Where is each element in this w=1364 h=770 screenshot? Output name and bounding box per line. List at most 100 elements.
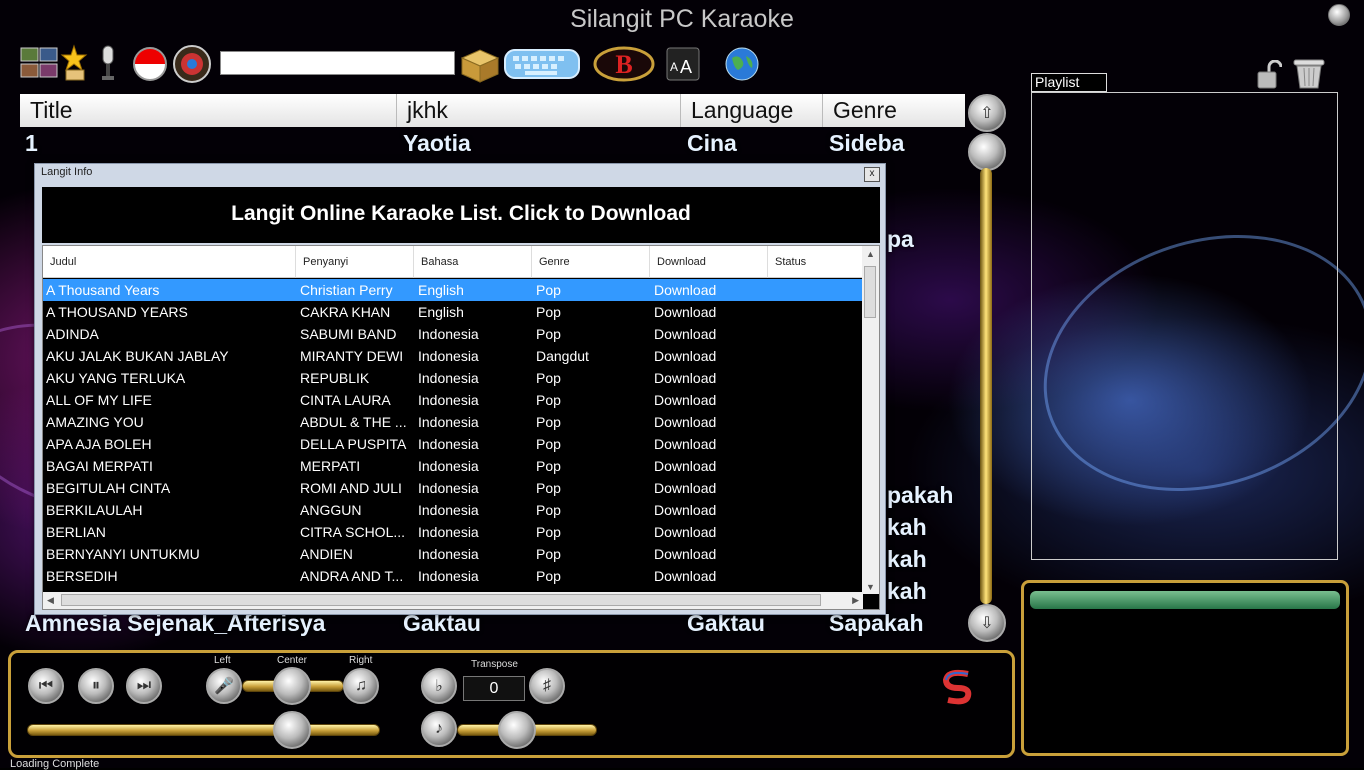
- song-language: Cina: [687, 130, 737, 156]
- cell-judul: AKU JALAK BUKAN JABLAY: [46, 348, 229, 364]
- grid-column-status[interactable]: Status: [768, 246, 863, 278]
- prev-icon[interactable]: ⏮: [28, 668, 64, 704]
- font-size-icon[interactable]: AA: [666, 47, 700, 81]
- cell-bahasa: Indonesia: [418, 524, 479, 540]
- download-link[interactable]: Download: [654, 546, 764, 562]
- trash-icon[interactable]: [1292, 58, 1326, 90]
- grid-row[interactable]: BERLIAN CITRA SCHOL... Indonesia Pop Downloa…: [43, 521, 863, 543]
- cell-penyanyi: ANGGUN: [300, 502, 362, 518]
- grid-header: Judul Penyanyi Bahasa Genre Download Sta…: [43, 246, 863, 278]
- column-artist[interactable]: jkhk: [397, 94, 681, 127]
- scroll-right-arrow-icon[interactable]: ▶: [852, 595, 859, 606]
- download-link[interactable]: Download: [654, 524, 764, 540]
- column-language[interactable]: Language: [681, 94, 823, 127]
- playlist-panel[interactable]: [1031, 92, 1338, 560]
- karaoke-logo-icon[interactable]: [172, 44, 212, 84]
- seek-knob[interactable]: [273, 711, 311, 749]
- cell-judul: A THOUSAND YEARS: [46, 304, 188, 320]
- song-list-scrollbar[interactable]: [980, 168, 992, 604]
- right-voice-icon[interactable]: ♫: [343, 668, 379, 704]
- grid-row[interactable]: AKU YANG TERLUKA REPUBLIK Indonesia Pop Down…: [43, 367, 863, 389]
- scroll-up-arrow-icon[interactable]: ▲: [866, 249, 875, 259]
- grid-row[interactable]: BERSEDIH ANDRA AND T... Indonesia Pop Downlo…: [43, 565, 863, 587]
- cell-bahasa: Indonesia: [418, 458, 479, 474]
- dialog-banner: Langit Online Karaoke List. Click to Dow…: [42, 187, 880, 243]
- cell-bahasa: Indonesia: [418, 502, 479, 518]
- playlist-tab[interactable]: Playlist: [1031, 73, 1107, 92]
- grid-row[interactable]: A THOUSAND YEARS CAKRA KHAN English Pop Down…: [43, 301, 863, 323]
- search-input[interactable]: [220, 51, 455, 75]
- download-link[interactable]: Download: [654, 414, 764, 430]
- grid-column-download[interactable]: Download: [650, 246, 768, 278]
- grid-row[interactable]: BERNYANYI UNTUKMU ANDIEN Indonesia Pop Downl…: [43, 543, 863, 565]
- online-song-grid[interactable]: Judul Penyanyi Bahasa Genre Download Sta…: [42, 245, 880, 610]
- cell-bahasa: English: [418, 282, 464, 298]
- volume-icon[interactable]: ♪: [421, 711, 457, 747]
- next-icon[interactable]: ⏭: [126, 668, 162, 704]
- video-mode-icon[interactable]: [20, 46, 58, 80]
- pause-icon[interactable]: ⏸: [78, 668, 114, 704]
- microphone-icon[interactable]: [96, 44, 120, 82]
- grid-row[interactable]: AKU JALAK BUKAN JABLAY MIRANTY DEWI Indone…: [43, 345, 863, 367]
- sharp-icon[interactable]: ♯: [529, 668, 565, 704]
- download-link[interactable]: Download: [654, 502, 764, 518]
- download-link[interactable]: Download: [654, 282, 764, 298]
- keyboard-icon[interactable]: [503, 46, 581, 82]
- favorite-icon[interactable]: [60, 44, 88, 82]
- cell-bahasa: Indonesia: [418, 392, 479, 408]
- grid-column-judul[interactable]: Judul: [43, 246, 296, 278]
- indonesia-flag-icon[interactable]: [132, 46, 168, 82]
- grid-vertical-scrollbar[interactable]: ▲ ▼: [862, 246, 879, 594]
- cell-penyanyi: ANDRA AND T...: [300, 568, 404, 584]
- grid-column-penyanyi[interactable]: Penyanyi: [296, 246, 414, 278]
- grid-horizontal-thumb[interactable]: [61, 594, 821, 606]
- s-logo-icon[interactable]: [938, 668, 978, 706]
- cell-penyanyi: ANDIEN: [300, 546, 353, 562]
- scroll-thumb[interactable]: [968, 133, 1006, 171]
- scroll-down-icon[interactable]: ⇩: [968, 604, 1006, 642]
- grid-column-bahasa[interactable]: Bahasa: [414, 246, 532, 278]
- flat-icon[interactable]: ♭: [421, 668, 457, 704]
- scroll-down-arrow-icon[interactable]: ▼: [866, 582, 875, 592]
- song-list-header: Title jkhk Language Genre: [20, 94, 965, 127]
- cell-bahasa: Indonesia: [418, 546, 479, 562]
- grid-column-genre[interactable]: Genre: [532, 246, 650, 278]
- left-voice-icon[interactable]: 🎤: [206, 668, 242, 704]
- grid-row[interactable]: APA AJA BOLEH DELLA PUSPITA Indonesia Pop Do…: [43, 433, 863, 455]
- grid-row[interactable]: BAGAI MERPATI MERPATI Indonesia Pop Download: [43, 455, 863, 477]
- b-logo-icon[interactable]: B: [593, 46, 655, 82]
- cell-genre: Pop: [536, 546, 561, 562]
- download-link[interactable]: Download: [654, 304, 764, 320]
- column-genre[interactable]: Genre: [823, 94, 965, 127]
- grid-row[interactable]: BEGITULAH CINTA ROMI AND JULI Indonesia Pop…: [43, 477, 863, 499]
- download-link[interactable]: Download: [654, 348, 764, 364]
- channel-balance-knob[interactable]: [273, 667, 311, 705]
- volume-knob[interactable]: [498, 711, 536, 749]
- grid-row[interactable]: ADINDA SABUMI BAND Indonesia Pop Download: [43, 323, 863, 345]
- column-title[interactable]: Title: [20, 94, 397, 127]
- open-folder-icon[interactable]: [458, 44, 500, 84]
- download-link[interactable]: Download: [654, 370, 764, 386]
- scroll-up-icon[interactable]: ⇧: [968, 94, 1006, 132]
- minimize-icon[interactable]: [1328, 4, 1350, 26]
- download-link[interactable]: Download: [654, 480, 764, 496]
- download-link[interactable]: Download: [654, 392, 764, 408]
- download-link[interactable]: Download: [654, 436, 764, 452]
- seek-slider[interactable]: [27, 724, 380, 736]
- grid-vertical-thumb[interactable]: [864, 266, 876, 318]
- download-link[interactable]: Download: [654, 568, 764, 584]
- grid-row[interactable]: ALL OF MY LIFE CINTA LAURA Indonesia Pop Dow…: [43, 389, 863, 411]
- grid-horizontal-scrollbar[interactable]: ◀ ▶: [43, 592, 863, 609]
- download-link[interactable]: Download: [654, 326, 764, 342]
- scroll-left-arrow-icon[interactable]: ◀: [47, 595, 54, 606]
- cell-genre: Pop: [536, 524, 561, 540]
- transpose-value: 0: [463, 676, 525, 701]
- globe-icon[interactable]: [724, 46, 760, 82]
- unlock-icon[interactable]: [1256, 59, 1283, 90]
- grid-row[interactable]: AMAZING YOU ABDUL & THE ... Indonesia Pop Do…: [43, 411, 863, 433]
- grid-row[interactable]: BERKILAULAH ANGGUN Indonesia Pop Download: [43, 499, 863, 521]
- song-genre: Sideba: [829, 130, 905, 156]
- download-link[interactable]: Download: [654, 458, 764, 474]
- grid-row[interactable]: A Thousand Years Christian Perry English Po…: [43, 279, 863, 301]
- close-icon[interactable]: x: [864, 167, 880, 182]
